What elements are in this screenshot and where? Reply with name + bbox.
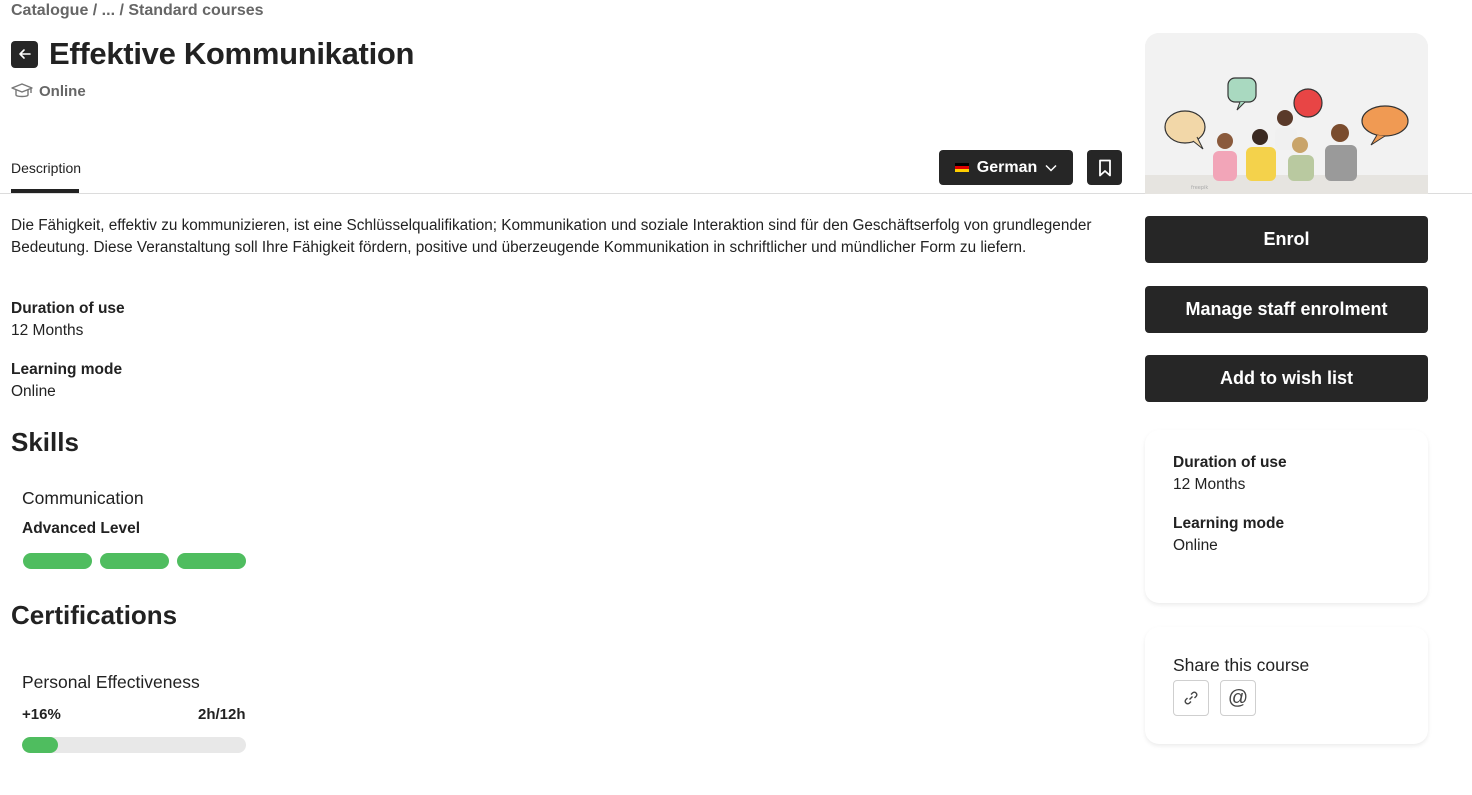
duration-label: Duration of use xyxy=(11,300,125,317)
share-title: Share this course xyxy=(1173,655,1310,675)
enrol-button[interactable]: Enrol xyxy=(1145,216,1428,263)
bookmark-button[interactable] xyxy=(1087,150,1122,185)
graduation-cap-icon xyxy=(11,83,33,98)
skill-level: Advanced Level xyxy=(22,520,141,537)
language-dropdown[interactable]: German xyxy=(939,150,1073,185)
certification-name: Personal Effectiveness xyxy=(22,672,200,692)
image-watermark: freepik xyxy=(1191,185,1208,191)
skill-level-segment xyxy=(177,553,246,569)
course-image: freepik xyxy=(1145,33,1428,194)
skill-name: Communication xyxy=(22,488,144,508)
manage-staff-enrolment-button[interactable]: Manage staff enrolment xyxy=(1145,286,1428,333)
certifications-heading: Certifications xyxy=(11,600,178,630)
learning-mode-label: Learning mode xyxy=(11,361,123,378)
title-row: Effektive Kommunikation xyxy=(11,36,414,72)
side-duration-label: Duration of use xyxy=(1173,454,1287,471)
language-label: German xyxy=(976,158,1038,176)
arrow-left-icon xyxy=(18,49,31,59)
chevron-down-icon xyxy=(1045,164,1057,172)
certification-time-label: 2h/12h xyxy=(198,706,246,723)
duration-value: 12 Months xyxy=(11,322,84,339)
skill-level-segment xyxy=(100,553,169,569)
share-email-button[interactable]: @ xyxy=(1220,680,1256,716)
tab-description[interactable]: Description xyxy=(11,160,81,176)
bookmark-icon xyxy=(1098,159,1111,176)
certification-progress-bar xyxy=(22,737,246,753)
side-learning-mode-label: Learning mode xyxy=(1173,515,1285,532)
germany-flag-icon xyxy=(954,162,969,173)
copy-link-button[interactable] xyxy=(1173,680,1209,716)
add-to-wish-list-button[interactable]: Add to wish list xyxy=(1145,355,1428,402)
certification-progress-fill xyxy=(22,737,58,753)
link-icon xyxy=(1184,691,1198,705)
side-duration-value: 12 Months xyxy=(1173,476,1246,493)
certification-progress-label: +16% xyxy=(22,706,61,723)
course-description: Die Fähigkeit, effektiv zu kommunizieren… xyxy=(11,217,1092,256)
learning-mode-value: Online xyxy=(11,383,56,400)
skills-heading: Skills xyxy=(11,427,79,457)
at-icon: @ xyxy=(1227,686,1249,709)
learning-mode-header: Online xyxy=(11,82,86,100)
skill-level-segment xyxy=(23,553,92,569)
side-learning-mode-value: Online xyxy=(1173,537,1218,554)
breadcrumb[interactable]: Catalogue / ... / Standard courses xyxy=(11,2,264,20)
back-button[interactable] xyxy=(11,40,38,68)
page-title: Effektive Kommunikation xyxy=(49,36,415,71)
learning-mode-text: Online xyxy=(39,82,86,100)
